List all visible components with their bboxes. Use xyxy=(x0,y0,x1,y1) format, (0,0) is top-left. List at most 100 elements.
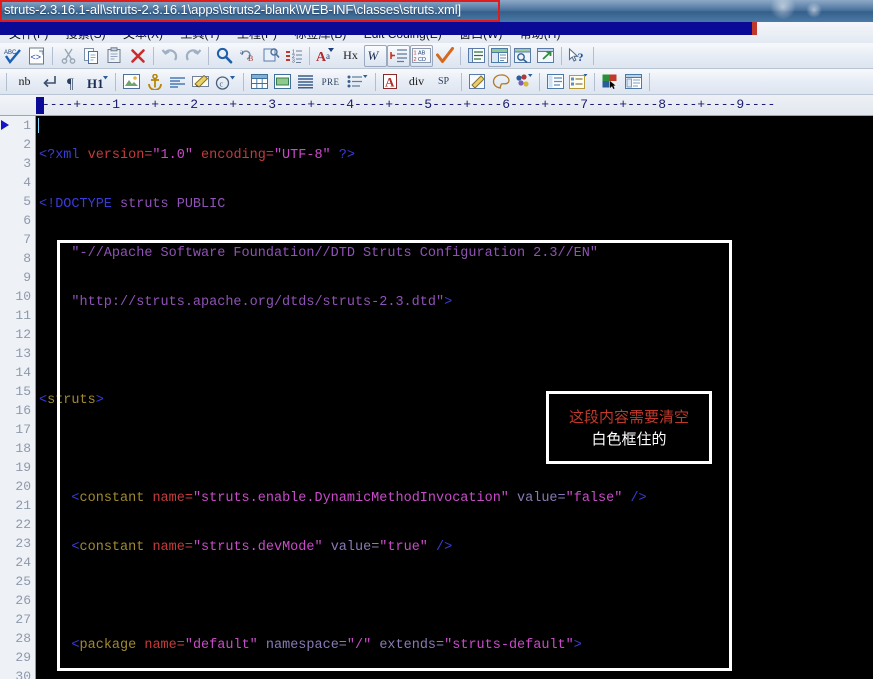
menu-overlay-edge xyxy=(752,22,757,35)
palette-icon[interactable] xyxy=(489,71,512,93)
code-line: <constant name="struts.devMode" value="t… xyxy=(71,540,453,555)
align-icon[interactable] xyxy=(166,71,189,93)
toolbar-html: nb ¶ H1 c PRE A div SP xyxy=(0,69,873,95)
line-number: 2 xyxy=(23,137,31,152)
svg-text:¶: ¶ xyxy=(67,76,74,90)
toolbar-separator xyxy=(52,46,53,65)
nbsp-button[interactable]: nb xyxy=(11,71,38,93)
window-title: struts-2.3.16.1-all\struts-2.3.16.1\apps… xyxy=(4,2,462,17)
help-pointer-icon[interactable]: ? xyxy=(566,45,589,67)
paragraph-icon[interactable]: ¶ xyxy=(61,71,84,93)
titlebar-orb xyxy=(806,2,822,18)
properties-icon[interactable] xyxy=(544,71,567,93)
insert-image-icon[interactable] xyxy=(120,71,143,93)
cut-icon[interactable] xyxy=(57,45,80,67)
line-break-icon[interactable] xyxy=(38,71,61,93)
panel-layout-icon[interactable] xyxy=(622,71,645,93)
line-number: 8 xyxy=(23,251,31,266)
line-number: 22 xyxy=(15,517,31,532)
text-caret xyxy=(38,118,39,133)
inspect-view-icon[interactable] xyxy=(511,45,534,67)
code-line: "-//Apache Software Foundation//DTD Stru… xyxy=(39,246,598,261)
column-ruler: ----+----1----+----2----+----3----+----4… xyxy=(0,95,873,116)
annotation-line-1: 这段内容需要清空 xyxy=(568,407,689,426)
code-line: "http://struts.apache.org/dtds/struts-2.… xyxy=(39,295,453,310)
replace-icon[interactable]: a B xyxy=(236,45,259,67)
svg-text:W: W xyxy=(368,48,380,63)
title-bar: struts-2.3.16.1-all\struts-2.3.16.1\apps… xyxy=(0,0,873,22)
span-tag-button[interactable]: SP xyxy=(430,71,457,93)
annotation-callout: 这段内容需要清空 白色框住的 xyxy=(546,391,712,464)
attributes-icon[interactable] xyxy=(567,71,590,93)
edit-style-icon[interactable] xyxy=(189,71,212,93)
line-number: 15 xyxy=(15,384,31,399)
toolbar-separator xyxy=(153,46,154,65)
code-editor-area[interactable]: 1 2 3 4 5 6 7 8 9 10 11 12 13 14 15 16 1… xyxy=(0,116,873,679)
split-view-icon[interactable] xyxy=(488,44,511,67)
anchor-icon[interactable] xyxy=(143,71,166,93)
line-number-gutter: 1 2 3 4 5 6 7 8 9 10 11 12 13 14 15 16 1… xyxy=(0,116,36,679)
undo-icon[interactable] xyxy=(158,45,181,67)
color-swatch-icon[interactable] xyxy=(599,71,622,93)
heading-icon[interactable]: H1 xyxy=(84,71,111,93)
svg-text:2: 2 xyxy=(414,57,417,63)
preview-icon[interactable] xyxy=(259,45,282,67)
svg-text:B: B xyxy=(248,54,253,63)
line-number: 30 xyxy=(15,669,31,679)
list-view-icon[interactable] xyxy=(465,45,488,67)
hex-icon[interactable]: Hx xyxy=(337,45,364,67)
justify-icon[interactable] xyxy=(294,71,317,93)
line-number: 23 xyxy=(15,536,31,551)
delete-icon[interactable] xyxy=(126,45,149,67)
line-number: 5 xyxy=(23,194,31,209)
ruler-scale-text: ----+----1----+----2----+----3----+----4… xyxy=(42,97,776,112)
font-color-icon[interactable]: A a xyxy=(314,45,337,67)
div-tag-button[interactable]: div xyxy=(403,71,430,93)
toolbar-separator xyxy=(309,46,310,65)
stylesheet-icon[interactable] xyxy=(466,71,489,93)
convert-case-icon[interactable]: 1 AB 2 CD xyxy=(410,44,433,67)
svg-text:c: c xyxy=(220,79,224,88)
copyright-icon[interactable]: c xyxy=(212,71,239,93)
spellcheck-icon[interactable]: ABC xyxy=(2,45,25,67)
word-wrap-icon[interactable]: W xyxy=(364,44,387,67)
code-line: <!DOCTYPE struts PUBLIC xyxy=(39,197,226,212)
code-tags-icon[interactable]: <> xyxy=(25,45,48,67)
line-number: 20 xyxy=(15,479,31,494)
line-number: 16 xyxy=(15,403,31,418)
annotation-line-2: 白色框住的 xyxy=(591,429,667,448)
color-picker-icon[interactable] xyxy=(512,71,535,93)
copy-icon[interactable] xyxy=(80,45,103,67)
redo-icon[interactable] xyxy=(181,45,204,67)
code-line: <struts> xyxy=(39,393,104,408)
validate-icon[interactable] xyxy=(433,45,456,67)
paste-icon[interactable] xyxy=(103,45,126,67)
menu-selection-overlay xyxy=(0,22,752,35)
form-field-icon[interactable] xyxy=(271,71,294,93)
bullet-list-icon[interactable] xyxy=(344,71,371,93)
line-number: 27 xyxy=(15,612,31,627)
line-number: 3 xyxy=(23,156,31,171)
line-number: 25 xyxy=(15,574,31,589)
svg-text:1: 1 xyxy=(414,51,417,57)
svg-text:CD: CD xyxy=(418,57,426,63)
external-window-icon[interactable] xyxy=(534,45,557,67)
editor-window: struts-2.3.16.1-all\struts-2.3.16.1\apps… xyxy=(0,0,873,679)
current-line-arrow-icon xyxy=(1,120,9,130)
insert-list-icon[interactable]: 1 2 3 xyxy=(282,45,305,67)
code-text[interactable]: <?xml version="1.0" encoding="UTF-8" ?> … xyxy=(37,116,873,679)
svg-text:AB: AB xyxy=(418,51,426,57)
toolbar-separator xyxy=(594,72,595,91)
line-number: 10 xyxy=(15,289,31,304)
indent-icon[interactable] xyxy=(387,44,410,67)
font-tag-icon[interactable]: A xyxy=(380,71,403,93)
toolbar-separator xyxy=(461,72,462,91)
line-number: 13 xyxy=(15,346,31,361)
pre-tag-button[interactable]: PRE xyxy=(317,71,344,93)
find-icon[interactable] xyxy=(213,45,236,67)
insert-table-icon[interactable] xyxy=(248,71,271,93)
titlebar-orb xyxy=(770,0,796,20)
code-line: <?xml version="1.0" encoding="UTF-8" ?> xyxy=(39,148,355,163)
